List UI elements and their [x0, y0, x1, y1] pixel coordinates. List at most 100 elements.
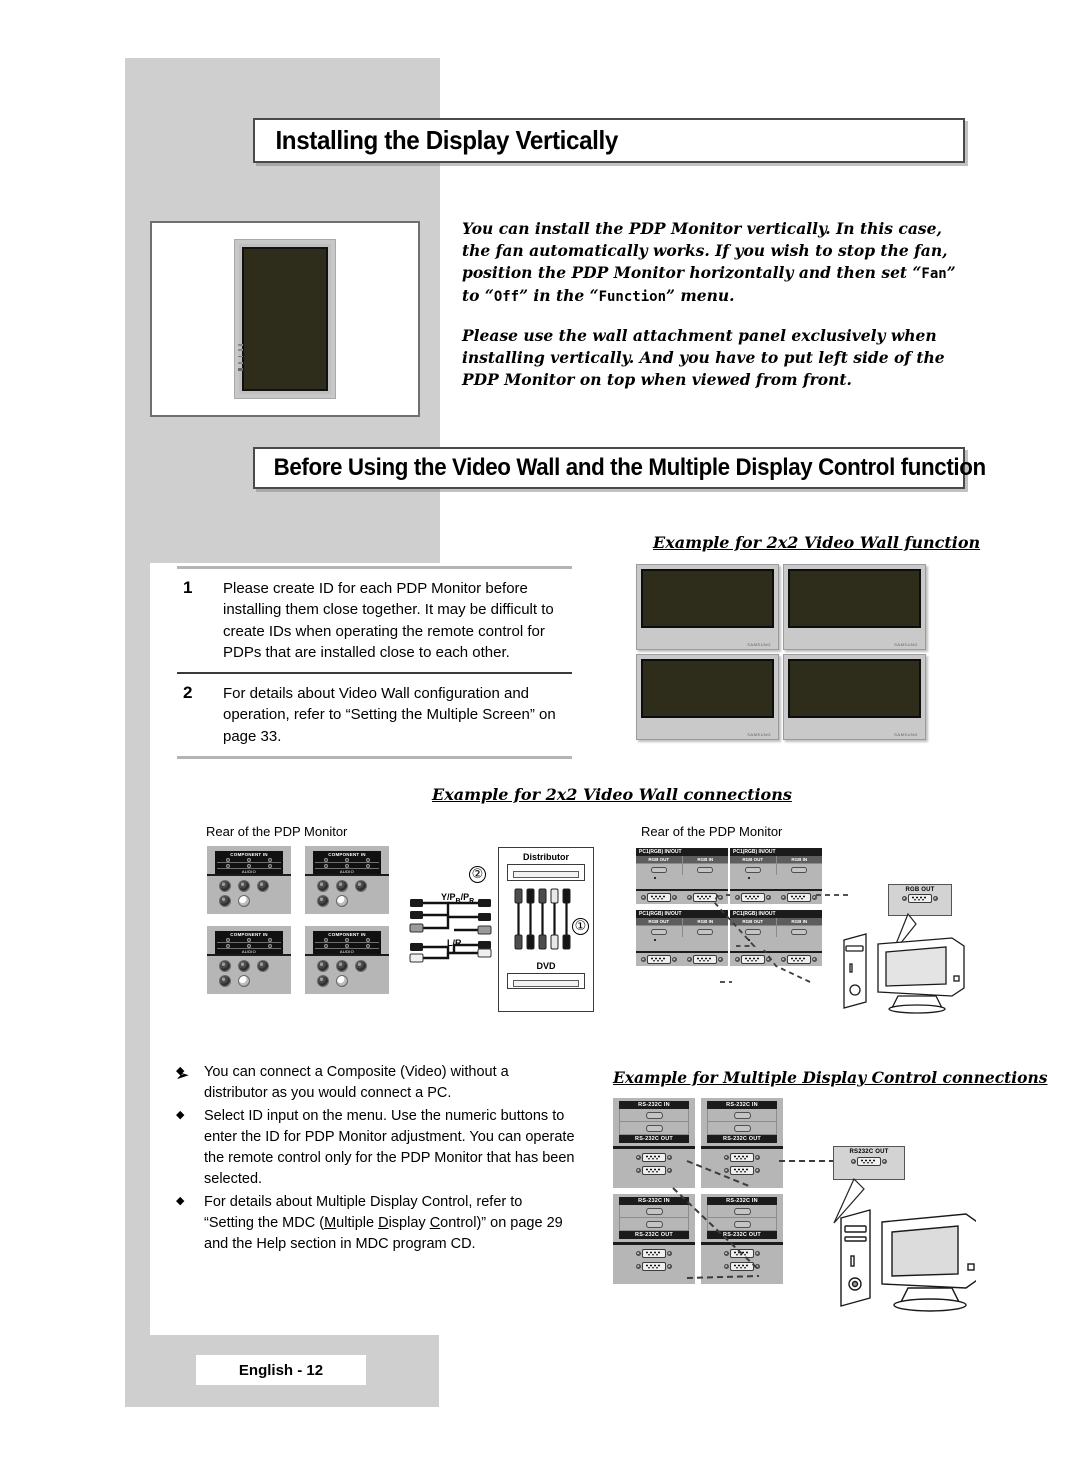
panel-divider: [305, 874, 389, 876]
intro-p1-mono-function: Function: [598, 288, 667, 305]
list-item-number: 1: [183, 578, 193, 597]
intro-p1-part3: ” in the “: [519, 285, 599, 305]
jack-row: [219, 895, 279, 907]
rca-jack-icon: [238, 960, 250, 972]
bullet-item: ◆ Select ID input on the menu. Use the n…: [176, 1106, 576, 1190]
dsub-slot-icon: [645, 1124, 663, 1132]
component-jack-icon: [323, 857, 328, 862]
page-footer-label: English - 12: [196, 1355, 366, 1385]
rca-jack-icon: [317, 960, 329, 972]
panel-jack-cluster: [305, 880, 389, 910]
dsub-connector-icon: [641, 893, 677, 902]
rgb-slot: [683, 864, 729, 875]
rs232c-in-slot: [619, 1109, 689, 1122]
component-jack-icon: [323, 937, 328, 942]
rca-jack-icon: [257, 880, 269, 892]
dsub-connector-icon: [781, 893, 817, 902]
dsub-connector-icon: [724, 1262, 760, 1271]
component-in-header: COMPONENT IN AUDIO: [215, 851, 283, 875]
component-jack-icon: [246, 857, 251, 862]
dsub-connector-icon: [636, 1262, 672, 1271]
vertical-monitor-controls-icon: [238, 344, 243, 376]
rear-panel-component-in: COMPONENT IN AUDIO: [207, 926, 291, 994]
dsub-connector-icon: [724, 1166, 760, 1175]
list-item: 1 Please create ID for each PDP Monitor …: [177, 569, 572, 672]
rs232c-in-label: RS-232C IN: [707, 1101, 777, 1109]
background-plate-strip: [125, 563, 150, 1335]
connector-row: [701, 1166, 783, 1175]
rgb-slot: [730, 926, 777, 937]
component-jack-icon: [366, 943, 371, 948]
rca-jack-icon: [355, 880, 367, 892]
marker-1-icon: ①: [572, 918, 589, 935]
component-jack-icon: [268, 943, 273, 948]
connector-row: [701, 1249, 783, 1258]
pc1-rgb-title: PC1(RGB) IN/OUT: [730, 910, 822, 918]
list-item-text: Please create ID for each PDP Monitor be…: [223, 580, 554, 661]
dsub-slot-icon: [645, 1111, 663, 1119]
rs232c-in-slot: [707, 1205, 777, 1218]
heading-text: Installing the Display Vertically: [275, 125, 618, 155]
monitor-screen: [641, 659, 774, 719]
jack-row: [317, 895, 377, 907]
rgb-slot: [777, 864, 823, 875]
dsub-slot-icon: [645, 1220, 663, 1228]
list-divider-bottom: [177, 756, 572, 760]
caption-video-wall-connections: Example for 2x2 Video Wall connections: [432, 785, 792, 804]
rgb-slot-row: [636, 864, 728, 875]
bullet-item: ◆ For details about Multiple Display Con…: [176, 1192, 576, 1255]
component-jack-icon: [366, 857, 371, 862]
illustration-pc-and-monitor-mdc: [840, 1209, 976, 1312]
component-jack-icon: [246, 863, 251, 868]
component-in-header: COMPONENT IN AUDIO: [313, 931, 381, 955]
dsub-slot-icon: [744, 928, 761, 935]
rgb-connector-row: [730, 889, 822, 902]
caption-video-wall-function: Example for 2x2 Video Wall function: [653, 533, 981, 552]
rear-panel-rgb: PC1(RGB) IN/OUT RGB OUT RGB IN: [730, 910, 822, 966]
dsub-connector-icon: [735, 893, 771, 902]
bullet-item: ◆ You can connect a Composite (Video) wi…: [176, 1062, 576, 1104]
rgb-out-label: RGB OUT: [636, 918, 683, 925]
dsub-connector-icon: [641, 955, 677, 964]
bullet-marker-icon: ◆: [176, 1109, 185, 1122]
figure-rs232c-panels: RS-232C IN RS-232C OUT RS-232C IN RS-232…: [613, 1098, 783, 1284]
label-rear-of-pdp-monitor-left: Rear of the PDP Monitor: [206, 824, 348, 839]
component-in-header: COMPONENT IN AUDIO: [215, 931, 283, 955]
bullet3-mid2: isplay: [388, 1215, 430, 1232]
intro-paragraph-1: You can install the PDP Monitor vertical…: [462, 218, 972, 308]
component-jack-icon: [323, 863, 328, 868]
dsub-slot-icon: [645, 1207, 663, 1215]
monitor-screen: [788, 659, 921, 719]
label-rear-of-pdp-monitor-right: Rear of the PDP Monitor: [641, 824, 783, 839]
monitor-brand-label: SAMSUNG: [747, 642, 771, 647]
panel-jack-cluster: [207, 880, 291, 910]
video-wall-monitor: SAMSUNG: [783, 654, 926, 740]
dsub-slot-icon: [733, 1111, 751, 1119]
dsub-connector-icon: [687, 893, 723, 902]
section-heading-before-using-video-wall: Before Using the Video Wall and the Mult…: [253, 447, 986, 489]
dsub-connector-icon: [781, 955, 817, 964]
vertical-monitor-screen: [242, 247, 328, 391]
monitor-screen: [788, 569, 921, 629]
rs232c-out-label: RS-232C OUT: [619, 1231, 689, 1239]
rgb-connector-row: [636, 889, 728, 902]
rs232c-out-label: RS-232C OUT: [619, 1135, 689, 1143]
intro-p1-mono-off: Off: [493, 288, 520, 305]
rs232c-connector-cluster: [701, 1149, 783, 1183]
connector-row: [701, 1153, 783, 1162]
list-item: 2 For details about Video Wall configura…: [177, 674, 572, 756]
jack-row: [317, 960, 377, 972]
rca-jack-icon: [219, 880, 231, 892]
rs232c-in-label: RS-232C IN: [619, 1197, 689, 1205]
connector-row: [613, 1249, 695, 1258]
rgb-out-label: RGB OUT: [636, 856, 683, 863]
rs232c-in-label: RS-232C IN: [707, 1197, 777, 1205]
component-jack-icon: [225, 937, 230, 942]
dsub-slot-icon: [650, 866, 667, 873]
numbered-instruction-list: 1 Please create ID for each PDP Monitor …: [177, 566, 572, 760]
jack-row: [219, 975, 279, 987]
rca-jack-icon: [336, 975, 348, 987]
figure-vertical-monitor: [150, 221, 420, 417]
rear-panel-component-in: COMPONENT IN AUDIO: [305, 846, 389, 914]
rs232c-in-slot: [707, 1109, 777, 1122]
